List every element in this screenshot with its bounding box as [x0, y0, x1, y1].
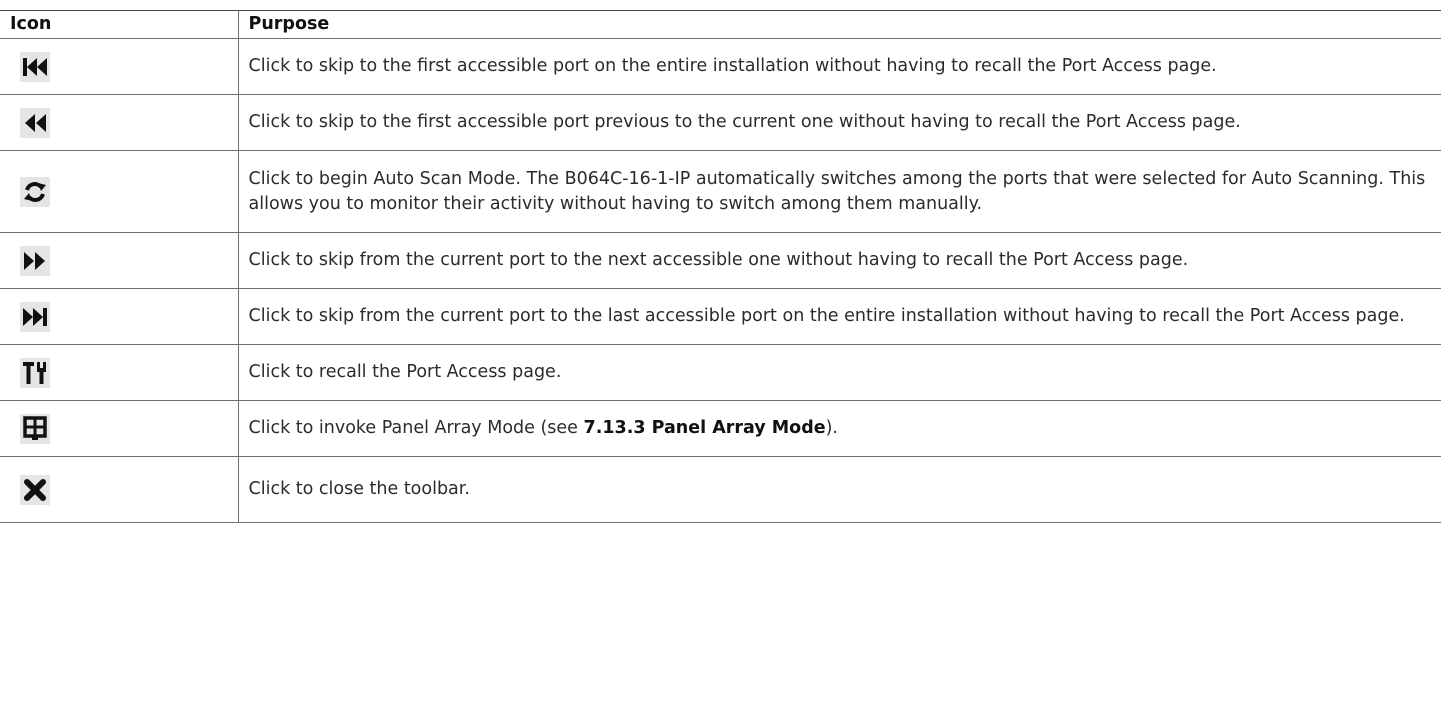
header-icon: Icon — [0, 10, 239, 39]
purpose-cell: Click to skip to the first accessible po… — [237, 94, 1441, 151]
purpose-cell: Click to close the toolbar. — [237, 456, 1441, 523]
purpose-cell: Click to skip from the current port to t… — [237, 288, 1441, 345]
close-icon — [20, 474, 50, 505]
panel-array-mode-reference: 7.13.3 Panel Array Mode — [583, 418, 826, 438]
skip-to-last-icon — [20, 301, 50, 332]
icon-cell — [0, 344, 239, 401]
table-row: Click to close the toolbar. — [0, 456, 1441, 523]
purpose-cell: Click to skip from the current port to t… — [237, 232, 1441, 289]
icon-cell — [0, 232, 239, 289]
tools-icon — [20, 357, 50, 388]
purpose-cell: Click to invoke Panel Array Mode (see 7.… — [237, 400, 1441, 457]
purpose-text-suffix: ). — [825, 418, 838, 438]
table-row: Click to invoke Panel Array Mode (see 7.… — [0, 400, 1441, 457]
table-row: Click to skip to the first accessible po… — [0, 38, 1441, 95]
auto-scan-icon — [20, 176, 50, 207]
icon-cell — [0, 400, 239, 457]
purpose-text-prefix: Click to invoke Panel Array Mode (see — [248, 418, 584, 438]
table-row: Click to skip to the first accessible po… — [0, 94, 1441, 151]
icon-cell — [0, 94, 239, 151]
table-row: Click to skip from the current port to t… — [0, 232, 1441, 289]
purpose-cell: Click to begin Auto Scan Mode. The B064C… — [237, 150, 1441, 233]
skip-to-first-icon — [20, 51, 50, 82]
icon-purpose-table: Icon Purpose Click to skip to the first … — [0, 10, 1441, 523]
table-row: Click to recall the Port Access page. — [0, 344, 1441, 401]
header-purpose: Purpose — [237, 10, 1441, 39]
table-row: Click to skip from the current port to t… — [0, 288, 1441, 345]
table-row: Click to begin Auto Scan Mode. The B064C… — [0, 150, 1441, 233]
skip-next-icon — [20, 245, 50, 276]
icon-cell — [0, 150, 239, 233]
icon-cell — [0, 456, 239, 523]
skip-previous-icon — [20, 107, 50, 138]
purpose-cell: Click to recall the Port Access page. — [237, 344, 1441, 401]
purpose-cell: Click to skip to the first accessible po… — [237, 38, 1441, 95]
table-header-row: Icon Purpose — [0, 10, 1441, 39]
icon-cell — [0, 38, 239, 95]
panel-array-icon — [20, 413, 50, 444]
icon-cell — [0, 288, 239, 345]
